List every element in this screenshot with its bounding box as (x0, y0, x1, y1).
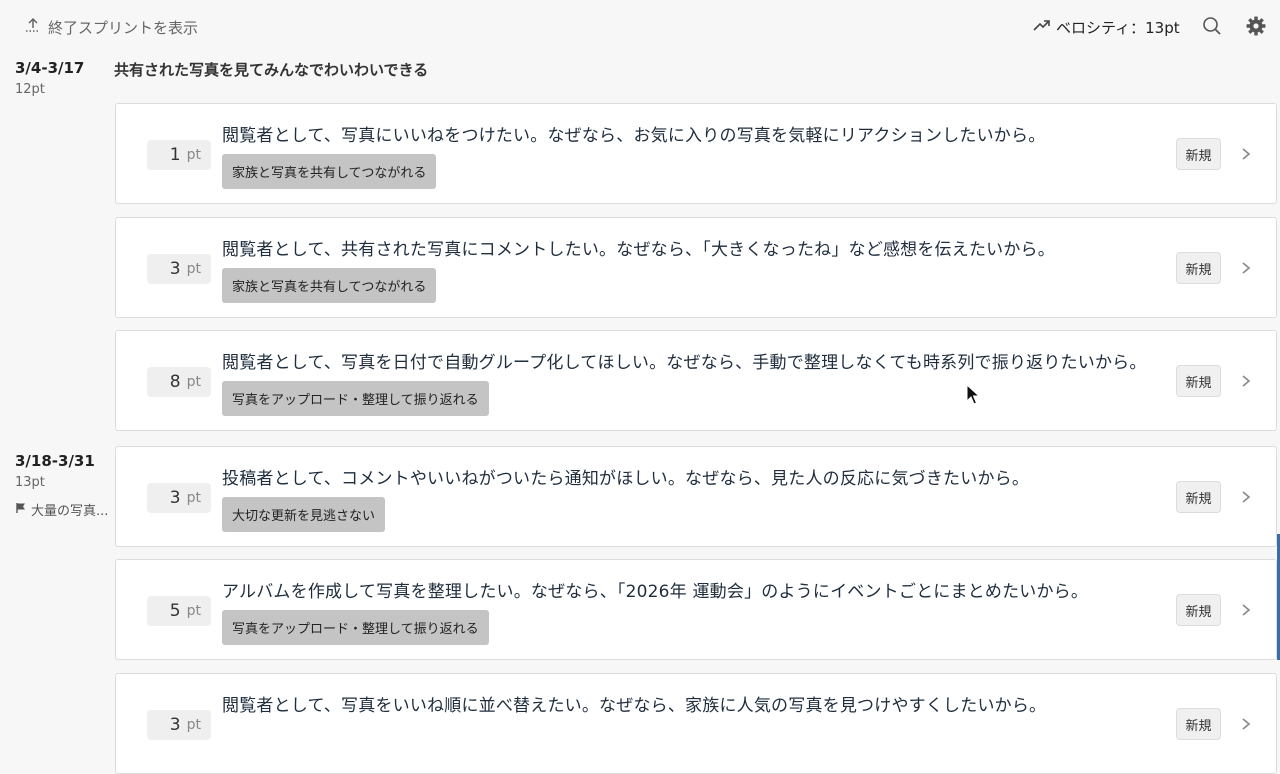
velocity-indicator: ベロシティ：13pt (1032, 16, 1180, 38)
flag-icon (15, 502, 27, 518)
chevron-right-icon[interactable] (1240, 261, 1252, 275)
story-card[interactable]: 8 pt 閲覧者として、写真を日付で自動グループ化してほしい。なぜなら、手動で整… (115, 330, 1277, 431)
epic-tag[interactable]: 写真をアップロード・整理して振り返れる (222, 610, 489, 645)
story-points: 1 (169, 145, 181, 165)
story-points: 3 (169, 488, 181, 508)
story-points-unit: pt (186, 147, 201, 163)
chevron-right-icon[interactable] (1240, 147, 1252, 161)
story-points: 3 (169, 715, 181, 735)
story-points-box[interactable]: 3 pt (147, 483, 211, 513)
story-points: 8 (169, 372, 181, 392)
story-points-unit: pt (186, 261, 201, 277)
epic-tag[interactable]: 大切な更新を見逃さない (222, 497, 386, 532)
velocity-label: ベロシティ：13pt (1056, 18, 1180, 37)
story-points-box[interactable]: 3 pt (147, 710, 211, 740)
story-title: 閲覧者として、写真にいいねをつけたい。なぜなら、お気に入りの写真を気軽にリアクシ… (222, 126, 1046, 146)
epic-tag[interactable]: 家族と写真を共有してつながれる (222, 154, 437, 189)
chevron-right-icon[interactable] (1240, 603, 1252, 617)
chevron-right-icon[interactable] (1240, 717, 1252, 731)
story-title: 閲覧者として、共有された写真にコメントしたい。なぜなら、「大きくなったね」など感… (222, 240, 1055, 260)
status-button[interactable]: 新規 (1176, 594, 1221, 626)
story-points-box[interactable]: 8 pt (147, 367, 211, 397)
show-ended-label: 終了スプリントを表示 (48, 18, 199, 37)
chevron-right-icon[interactable] (1240, 490, 1252, 504)
gear-icon (1245, 15, 1267, 37)
status-button[interactable]: 新規 (1176, 708, 1221, 740)
story-points-box[interactable]: 3 pt (147, 254, 211, 284)
search-icon (1201, 15, 1223, 37)
settings-button[interactable] (1245, 15, 1267, 37)
trend-up-icon (1032, 16, 1052, 38)
upload-arrow-icon (24, 16, 42, 38)
status-button[interactable]: 新規 (1176, 481, 1221, 513)
sprint-flag-goal[interactable]: 大量の写真... (15, 500, 108, 519)
status-button[interactable]: 新規 (1176, 252, 1221, 284)
story-card[interactable]: 5 pt アルバムを作成して写真を整理したい。なぜなら、「2026年 運動会」の… (115, 559, 1277, 660)
epic-tag[interactable]: 家族と写真を共有してつながれる (222, 268, 437, 303)
story-points-box[interactable]: 1 pt (147, 140, 211, 170)
sprint-points: 12pt (15, 82, 45, 97)
story-title: 投稿者として、コメントやいいねがついたら通知がほしい。なぜなら、見た人の反応に気… (222, 469, 1030, 489)
sprint-date-range: 3/4-3/17 (15, 59, 85, 77)
story-title: アルバムを作成して写真を整理したい。なぜなら、「2026年 運動会」のようにイベ… (222, 582, 1089, 602)
sprint-date-range: 3/18-3/31 (15, 452, 95, 470)
story-points-unit: pt (186, 374, 201, 390)
story-points-unit: pt (186, 490, 201, 506)
search-button[interactable] (1201, 15, 1223, 37)
story-card[interactable]: 3 pt 閲覧者として、共有された写真にコメントしたい。なぜなら、「大きくなった… (115, 217, 1277, 318)
story-points-unit: pt (186, 717, 201, 733)
story-points: 3 (169, 259, 181, 279)
top-bar: 終了スプリントを表示 ベロシティ：13pt (0, 0, 1280, 52)
story-card[interactable]: 1 pt 閲覧者として、写真にいいねをつけたい。なぜなら、お気に入りの写真を気軽… (115, 103, 1277, 204)
sprint-points: 13pt (15, 475, 45, 490)
status-button[interactable]: 新規 (1176, 138, 1221, 170)
story-title: 閲覧者として、写真を日付で自動グループ化してほしい。なぜなら、手動で整理しなくて… (222, 353, 1147, 373)
sprint-goal-title: 共有された写真を見てみんなでわいわいできる (114, 61, 429, 79)
sprint-flag-label: 大量の写真... (31, 504, 109, 519)
show-ended-sprints-toggle[interactable]: 終了スプリントを表示 (24, 16, 198, 38)
story-title: 閲覧者として、写真をいいね順に並べ替えたい。なぜなら、家族に人気の写真を見つけや… (222, 696, 1047, 716)
story-points-box[interactable]: 5 pt (147, 596, 211, 626)
mouse-cursor-icon (966, 383, 981, 406)
chevron-right-icon[interactable] (1240, 374, 1252, 388)
status-button[interactable]: 新規 (1176, 365, 1221, 397)
story-points-unit: pt (186, 603, 201, 619)
epic-tag[interactable]: 写真をアップロード・整理して振り返れる (222, 381, 489, 416)
story-points: 5 (169, 601, 181, 621)
story-card[interactable]: 3 pt 閲覧者として、写真をいいね順に並べ替えたい。なぜなら、家族に人気の写真… (115, 673, 1277, 774)
story-card[interactable]: 3 pt 投稿者として、コメントやいいねがついたら通知がほしい。なぜなら、見た人… (115, 446, 1277, 547)
